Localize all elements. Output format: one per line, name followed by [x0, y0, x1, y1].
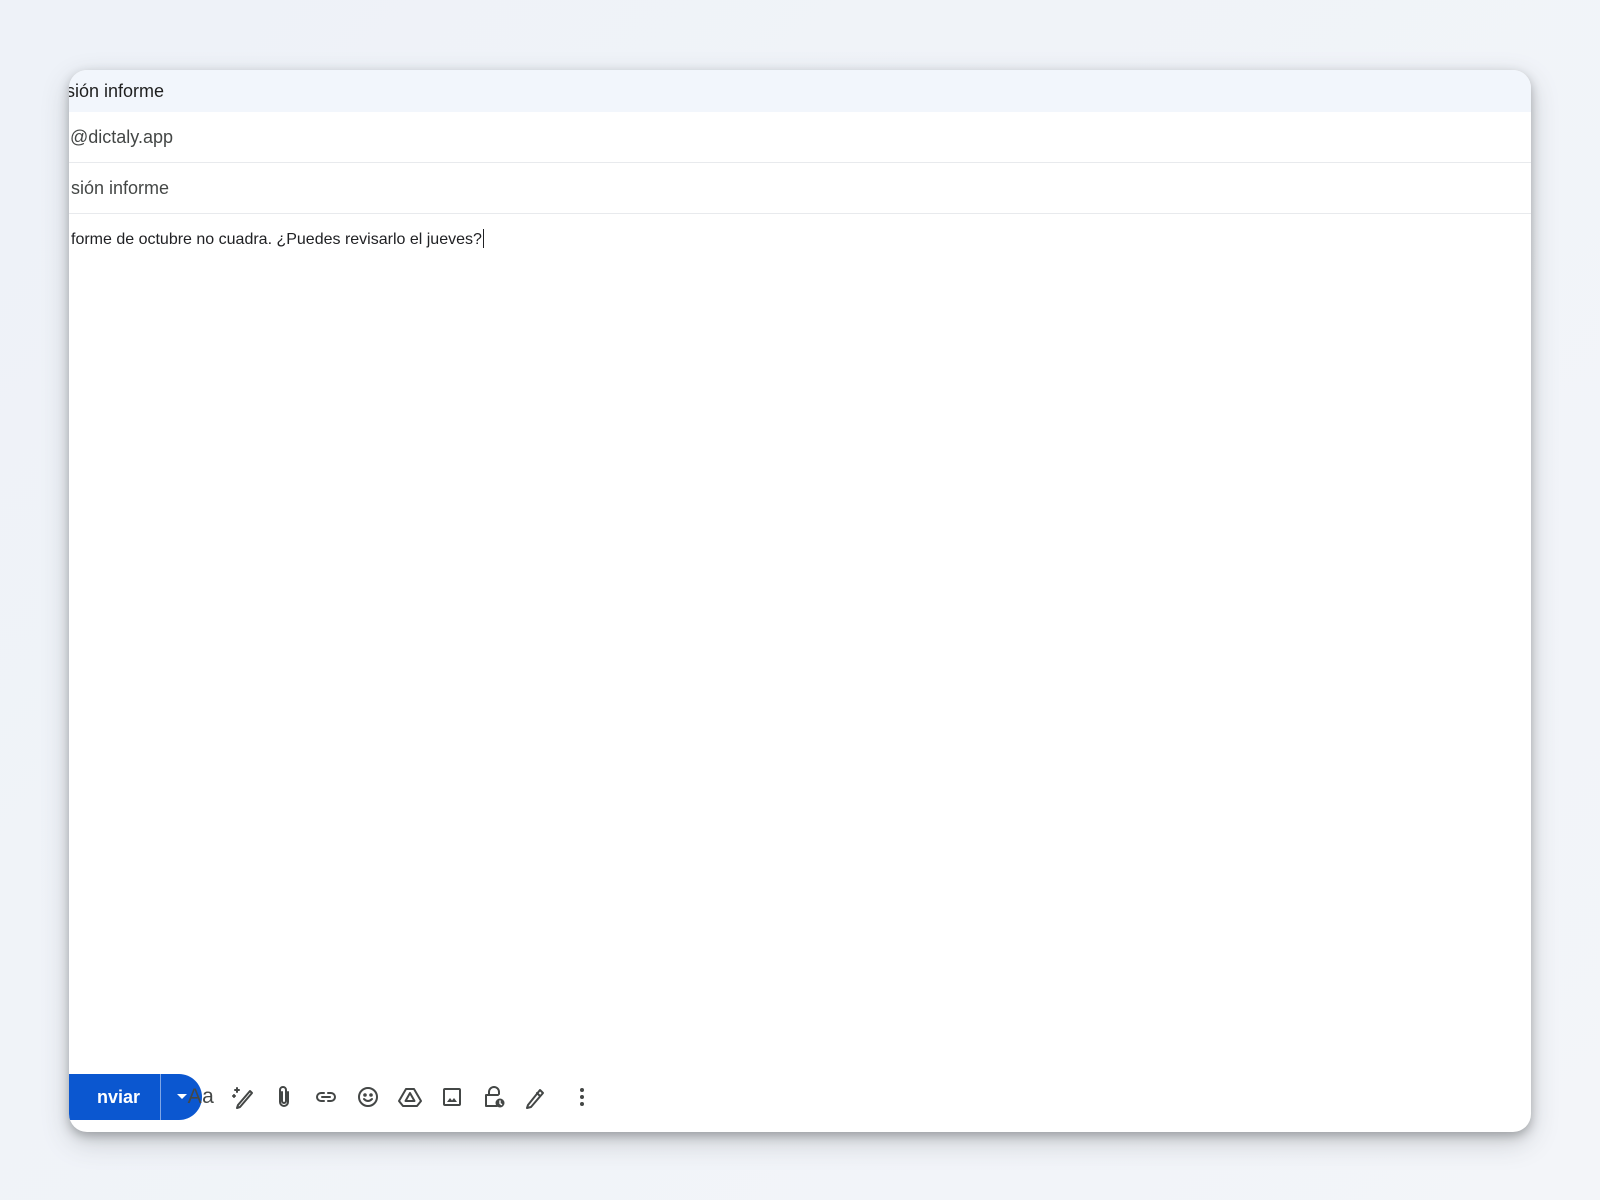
text-caret [482, 229, 484, 248]
recipient-value[interactable]: @dictaly.app [70, 127, 173, 148]
subject-value[interactable]: sión informe [71, 178, 169, 199]
attach-file-icon [273, 1084, 295, 1110]
formatting-options-icon: Aa [187, 1085, 215, 1108]
signature-button[interactable] [519, 1081, 551, 1113]
emoji-button[interactable] [352, 1081, 384, 1113]
message-body-line: forme de octubre no cuadra. ¿Puedes revi… [71, 229, 484, 249]
insert-photo-icon [440, 1085, 464, 1109]
insert-link-icon [313, 1084, 339, 1110]
ai-write-button[interactable] [228, 1081, 260, 1113]
message-body[interactable]: forme de octubre no cuadra. ¿Puedes revi… [69, 214, 1531, 1062]
compose-title-bar[interactable]: sión informe [69, 70, 1531, 112]
ai-write-icon [231, 1084, 257, 1110]
subject-field[interactable]: sión informe [69, 163, 1531, 214]
confidential-mode-icon [481, 1084, 507, 1110]
confidential-mode-button[interactable] [478, 1081, 510, 1113]
send-button-group: nviar [69, 1074, 202, 1120]
more-options-button[interactable] [566, 1081, 598, 1113]
compose-window: sión informe @dictaly.app sión informe f… [69, 70, 1531, 1132]
send-button-label: nviar [96, 1086, 140, 1107]
insert-photo-button[interactable] [436, 1081, 468, 1113]
formatting-options-button[interactable]: Aa [185, 1081, 217, 1113]
more-options-icon [579, 1087, 585, 1107]
attach-file-button[interactable] [268, 1081, 300, 1113]
signature-icon [522, 1084, 548, 1110]
google-drive-button[interactable] [394, 1081, 426, 1113]
google-drive-icon [397, 1084, 423, 1110]
compose-title: sión informe [69, 81, 165, 101]
compose-toolbar: nviar Aa [69, 1062, 1531, 1132]
insert-link-button[interactable] [310, 1081, 342, 1113]
message-body-text: forme de octubre no cuadra. ¿Puedes revi… [71, 231, 482, 248]
send-button[interactable]: nviar [69, 1074, 160, 1120]
emoji-icon [355, 1084, 381, 1110]
recipients-field[interactable]: @dictaly.app [69, 112, 1531, 163]
